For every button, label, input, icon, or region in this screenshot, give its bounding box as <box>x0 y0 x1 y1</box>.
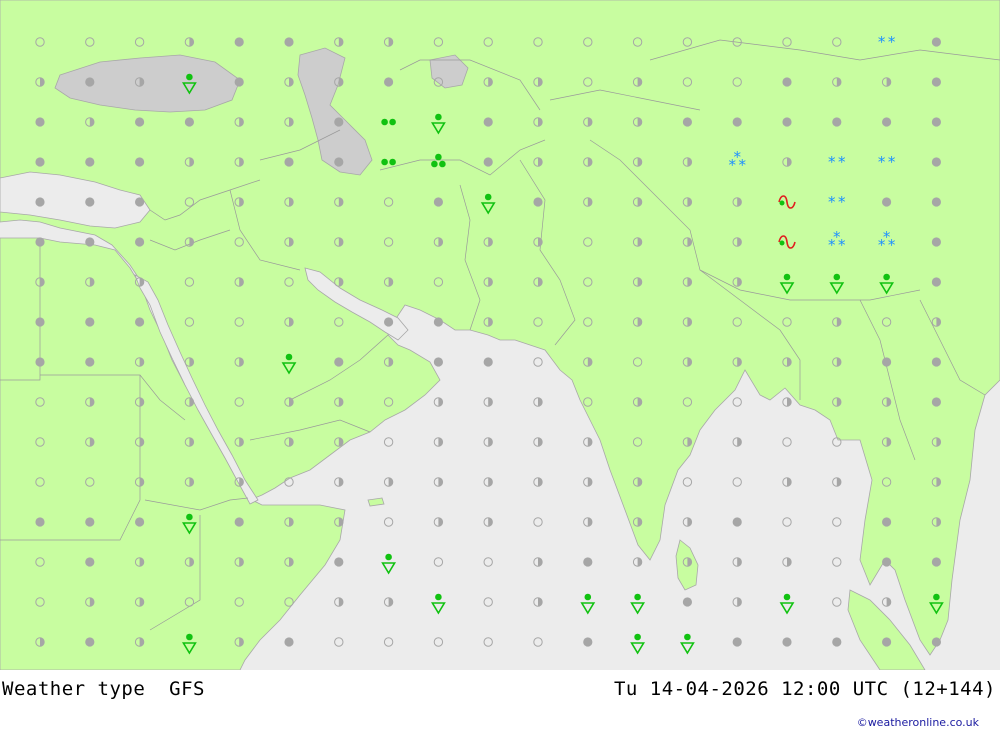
overcast-icon <box>135 317 145 327</box>
overcast-icon <box>931 277 942 287</box>
weather-map: * *** * * * * ** *** * ** * <box>0 0 1000 670</box>
overcast-icon <box>334 357 344 367</box>
product-label: Weather type <box>2 678 146 700</box>
overcast-icon <box>85 157 95 167</box>
svg-text:*: * <box>878 33 886 51</box>
overcast-icon <box>284 157 294 167</box>
overcast-icon <box>931 237 942 247</box>
overcast-icon <box>85 237 95 247</box>
overcast-icon <box>882 357 892 367</box>
svg-text:*: * <box>738 156 746 174</box>
overcast-icon <box>882 197 892 207</box>
overcast-icon <box>732 637 742 647</box>
overcast-icon <box>35 517 45 527</box>
overcast-icon <box>732 117 742 127</box>
overcast-icon <box>35 317 45 327</box>
overcast-icon <box>384 317 394 327</box>
overcast-icon <box>284 637 294 647</box>
overcast-icon <box>384 77 394 87</box>
overcast-icon <box>85 317 95 327</box>
overcast-icon <box>184 117 194 127</box>
overcast-icon <box>284 37 294 47</box>
svg-text:*: * <box>728 156 736 174</box>
overcast-icon <box>483 157 493 167</box>
svg-text:*: * <box>878 153 886 171</box>
overcast-icon <box>135 157 145 167</box>
model-label: GFS <box>169 678 205 700</box>
overcast-icon <box>483 117 493 127</box>
overcast-icon <box>882 517 892 527</box>
overcast-icon <box>334 117 344 127</box>
overcast-icon <box>234 77 244 87</box>
svg-text:*: * <box>878 236 886 254</box>
overcast-icon <box>35 237 45 247</box>
overcast-icon <box>533 197 543 207</box>
svg-text:*: * <box>838 236 846 254</box>
overcast-icon <box>433 357 443 367</box>
overcast-icon <box>832 637 842 647</box>
overcast-icon <box>583 557 593 567</box>
credit-link[interactable]: ©weatheronline.co.uk <box>857 716 979 729</box>
svg-text:*: * <box>888 236 896 254</box>
overcast-icon <box>433 317 443 327</box>
svg-text:*: * <box>828 236 836 254</box>
overcast-icon <box>35 117 45 127</box>
overcast-icon <box>682 117 693 127</box>
overcast-icon <box>135 197 145 207</box>
overcast-icon <box>882 117 892 127</box>
overcast-icon <box>483 357 493 367</box>
overcast-icon <box>931 157 942 167</box>
overcast-icon <box>334 157 344 167</box>
overcast-icon <box>35 197 45 207</box>
overcast-icon <box>234 37 244 47</box>
svg-text:*: * <box>828 153 836 171</box>
footer: Weather type GFS Tu 14-04-2026 12:00 UTC… <box>0 670 1000 733</box>
overcast-icon <box>85 197 95 207</box>
overcast-icon <box>682 597 693 607</box>
overcast-icon <box>433 197 443 207</box>
overcast-icon <box>931 357 942 367</box>
overcast-icon <box>732 517 742 527</box>
overcast-icon <box>135 117 145 127</box>
overcast-icon <box>85 637 95 647</box>
overcast-icon <box>882 637 892 647</box>
svg-text:*: * <box>888 153 896 171</box>
overcast-icon <box>832 117 842 127</box>
overcast-icon <box>931 637 942 647</box>
overcast-icon <box>35 157 45 167</box>
overcast-icon <box>931 37 942 47</box>
overcast-icon <box>782 117 792 127</box>
overcast-icon <box>931 397 942 407</box>
svg-text:*: * <box>838 153 846 171</box>
svg-text:*: * <box>828 193 836 211</box>
overcast-icon <box>782 637 792 647</box>
overcast-icon <box>234 517 244 527</box>
overcast-icon <box>931 117 942 127</box>
map-title: Weather type GFS <box>2 678 205 700</box>
overcast-icon <box>583 637 593 647</box>
svg-text:*: * <box>838 193 846 211</box>
overcast-icon <box>35 357 45 367</box>
overcast-icon <box>882 557 892 567</box>
overcast-icon <box>135 517 145 527</box>
overcast-icon <box>85 517 95 527</box>
overcast-icon <box>782 77 792 87</box>
overcast-icon <box>135 237 145 247</box>
overcast-icon <box>931 77 942 87</box>
overcast-icon <box>85 557 95 567</box>
valid-time: Tu 14-04-2026 12:00 UTC (12+144) <box>613 678 996 700</box>
overcast-icon <box>85 357 95 367</box>
overcast-icon <box>931 557 942 567</box>
overcast-icon <box>334 557 344 567</box>
svg-text:*: * <box>888 33 896 51</box>
overcast-icon <box>85 77 95 87</box>
overcast-icon <box>931 197 942 207</box>
